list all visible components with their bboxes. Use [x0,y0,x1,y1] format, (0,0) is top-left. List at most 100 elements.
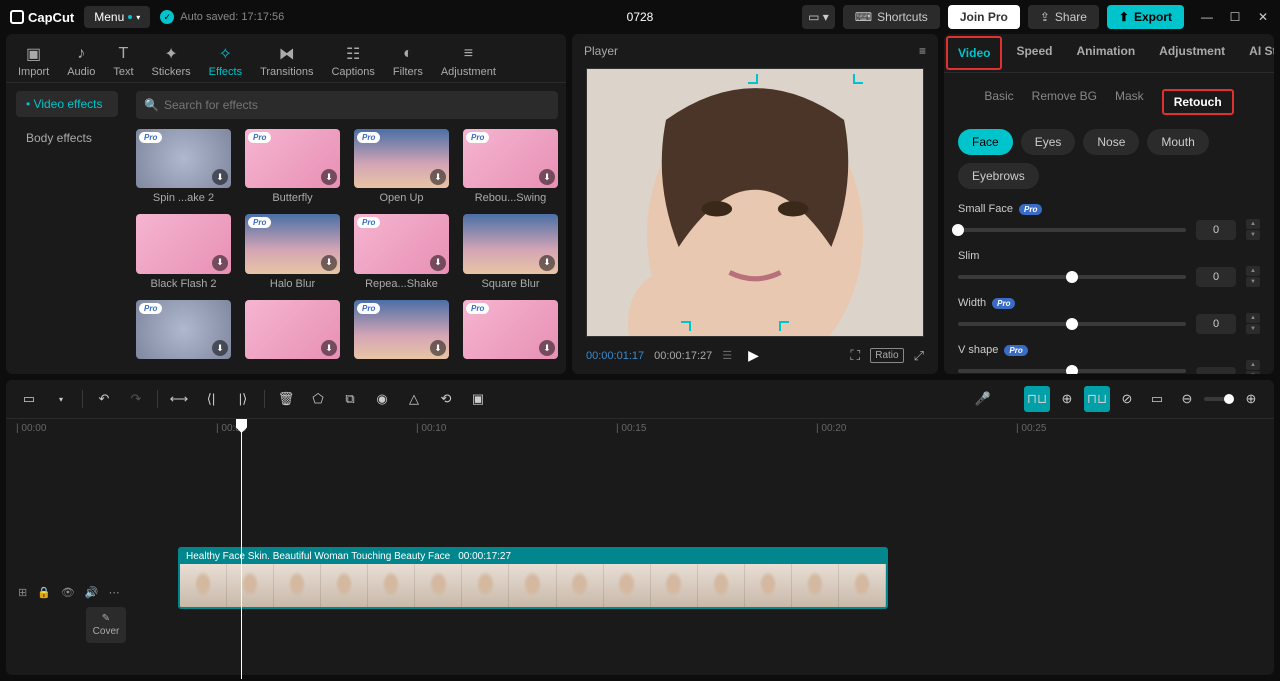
download-icon[interactable]: ⬇ [321,169,337,185]
pill-nose[interactable]: Nose [1083,129,1139,155]
prop-tab-ai-st[interactable]: AI St [1237,34,1274,72]
play-button[interactable]: ▶ [748,347,759,364]
rotate-tool[interactable]: ⟲ [433,386,459,412]
split-tool[interactable]: ⟷ [166,386,192,412]
effect-card[interactable]: ⬇Square Blur [463,214,558,289]
pill-eyes[interactable]: Eyes [1021,129,1076,155]
fullscreen-icon[interactable]: ⤢ [914,348,924,364]
select-tool[interactable]: ▭ [16,386,42,412]
mirror-tool[interactable]: △ [401,386,427,412]
sidebar-item-video-effects[interactable]: • Video effects [16,91,118,117]
shortcuts-button[interactable]: ⌨ Shortcuts [843,5,940,29]
tab-filters[interactable]: ◐Filters [385,40,431,82]
player-viewport[interactable] [586,68,924,337]
redo-button[interactable]: ↷ [123,386,149,412]
sub-tab-remove-bg[interactable]: Remove BG [1032,89,1097,115]
ratio-button[interactable]: Ratio [870,348,903,363]
tab-adjustment[interactable]: ≡Adjustment [433,40,504,82]
stepper[interactable]: ▲▼ [1246,360,1260,374]
trim-right-tool[interactable]: |⟩ [230,386,256,412]
effect-card[interactable]: ⬇ [245,300,340,363]
slider-width[interactable] [958,322,1186,326]
track-expand-icon[interactable]: ⊞ [18,586,27,599]
download-icon[interactable]: ⬇ [539,255,555,271]
marker-tool[interactable]: ⬠ [305,386,331,412]
stepper[interactable]: ▲▼ [1246,313,1260,334]
track-more-icon[interactable]: ⋯ [109,586,120,599]
download-icon[interactable]: ⬇ [321,340,337,356]
list-icon[interactable]: ☰ [722,349,732,362]
mic-tool[interactable]: 🎤 [970,386,996,412]
download-icon[interactable]: ⬇ [430,169,446,185]
search-input[interactable] [136,91,558,119]
download-icon[interactable]: ⬇ [539,340,555,356]
pill-mouth[interactable]: Mouth [1147,129,1208,155]
effect-card[interactable]: Pro⬇Spin ...ake 2 [136,129,231,204]
export-button[interactable]: ⬆ Export [1107,5,1184,29]
effect-card[interactable]: Pro⬇Butterfly [245,129,340,204]
prop-tab-adjustment[interactable]: Adjustment [1147,34,1237,72]
magnet-toggle-2[interactable]: ⊓⊔ [1084,386,1110,412]
trim-left-tool[interactable]: ⟨| [198,386,224,412]
magnet-toggle-1[interactable]: ⊓⊔ [1024,386,1050,412]
join-pro-button[interactable]: Join Pro [948,5,1020,29]
crop-tool[interactable]: ▣ [465,386,491,412]
delete-tool[interactable]: 🗑 [273,386,299,412]
prop-tab-video[interactable]: Video [946,36,1002,70]
effect-card[interactable]: Pro⬇Open Up [354,129,449,204]
track-mute-icon[interactable]: 🔊 [85,586,99,599]
copy-tool[interactable]: ⧉ [337,386,363,412]
effect-card[interactable]: Pro⬇Rebou...Swing [463,129,558,204]
sub-tab-mask[interactable]: Mask [1115,89,1144,115]
slider-v-shape[interactable] [958,369,1186,373]
share-button[interactable]: ⇪ Share [1028,5,1099,29]
zoom-out-button[interactable]: ⊖ [1174,386,1200,412]
menu-button[interactable]: Menu ▾ [84,6,150,28]
prop-tab-speed[interactable]: Speed [1004,34,1064,72]
undo-button[interactable]: ↶ [91,386,117,412]
tab-audio[interactable]: ♪Audio [59,40,103,82]
effect-card[interactable]: Pro⬇ [463,300,558,363]
tab-transitions[interactable]: ⧓Transitions [252,40,321,82]
stepper[interactable]: ▲▼ [1246,219,1260,240]
effect-card[interactable]: ⬇Black Flash 2 [136,214,231,289]
speed-tool[interactable]: ◉ [369,386,395,412]
prop-tab-animation[interactable]: Animation [1064,34,1147,72]
download-icon[interactable]: ⬇ [212,255,228,271]
stepper[interactable]: ▲▼ [1246,266,1260,287]
slider-slim[interactable] [958,275,1186,279]
sidebar-item-body-effects[interactable]: Body effects [16,125,118,151]
preview-tool[interactable]: ▭ [1144,386,1170,412]
maximize-button[interactable]: ☐ [1228,10,1242,24]
download-icon[interactable]: ⬇ [430,340,446,356]
download-icon[interactable]: ⬇ [321,255,337,271]
track-lock-icon[interactable]: 🔒 [37,586,51,599]
close-button[interactable]: ✕ [1256,10,1270,24]
player-menu-icon[interactable]: ≡ [919,44,926,58]
slider-small-face[interactable] [958,228,1186,232]
effect-card[interactable]: Pro⬇ [354,300,449,363]
timeline-clip[interactable]: Healthy Face Skin. Beautiful Woman Touch… [178,547,888,609]
sub-tab-basic[interactable]: Basic [984,89,1013,115]
tab-text[interactable]: TText [105,40,141,82]
tab-stickers[interactable]: ✦Stickers [144,40,199,82]
effect-card[interactable]: Pro⬇Repea...Shake [354,214,449,289]
playhead[interactable] [241,419,242,679]
effect-card[interactable]: Pro⬇Halo Blur [245,214,340,289]
scan-icon[interactable]: ⛶ [850,347,860,364]
tab-import[interactable]: ▣Import [10,40,57,82]
zoom-slider[interactable] [1204,397,1234,401]
aspect-button[interactable]: ▭ ▾ [802,5,835,29]
download-icon[interactable]: ⬇ [212,169,228,185]
minimize-button[interactable]: — [1200,10,1214,24]
pill-face[interactable]: Face [958,129,1013,155]
download-icon[interactable]: ⬇ [430,255,446,271]
sub-tab-retouch[interactable]: Retouch [1162,89,1234,115]
link-tool[interactable]: ⊘ [1114,386,1140,412]
track-visible-icon[interactable]: 👁 [61,586,75,599]
pill-eyebrows[interactable]: Eyebrows [958,163,1039,189]
tab-effects[interactable]: ✧Effects [201,40,250,82]
download-icon[interactable]: ⬇ [539,169,555,185]
zoom-in-button[interactable]: ⊕ [1238,386,1264,412]
dropdown-tool[interactable]: ▾ [48,386,74,412]
